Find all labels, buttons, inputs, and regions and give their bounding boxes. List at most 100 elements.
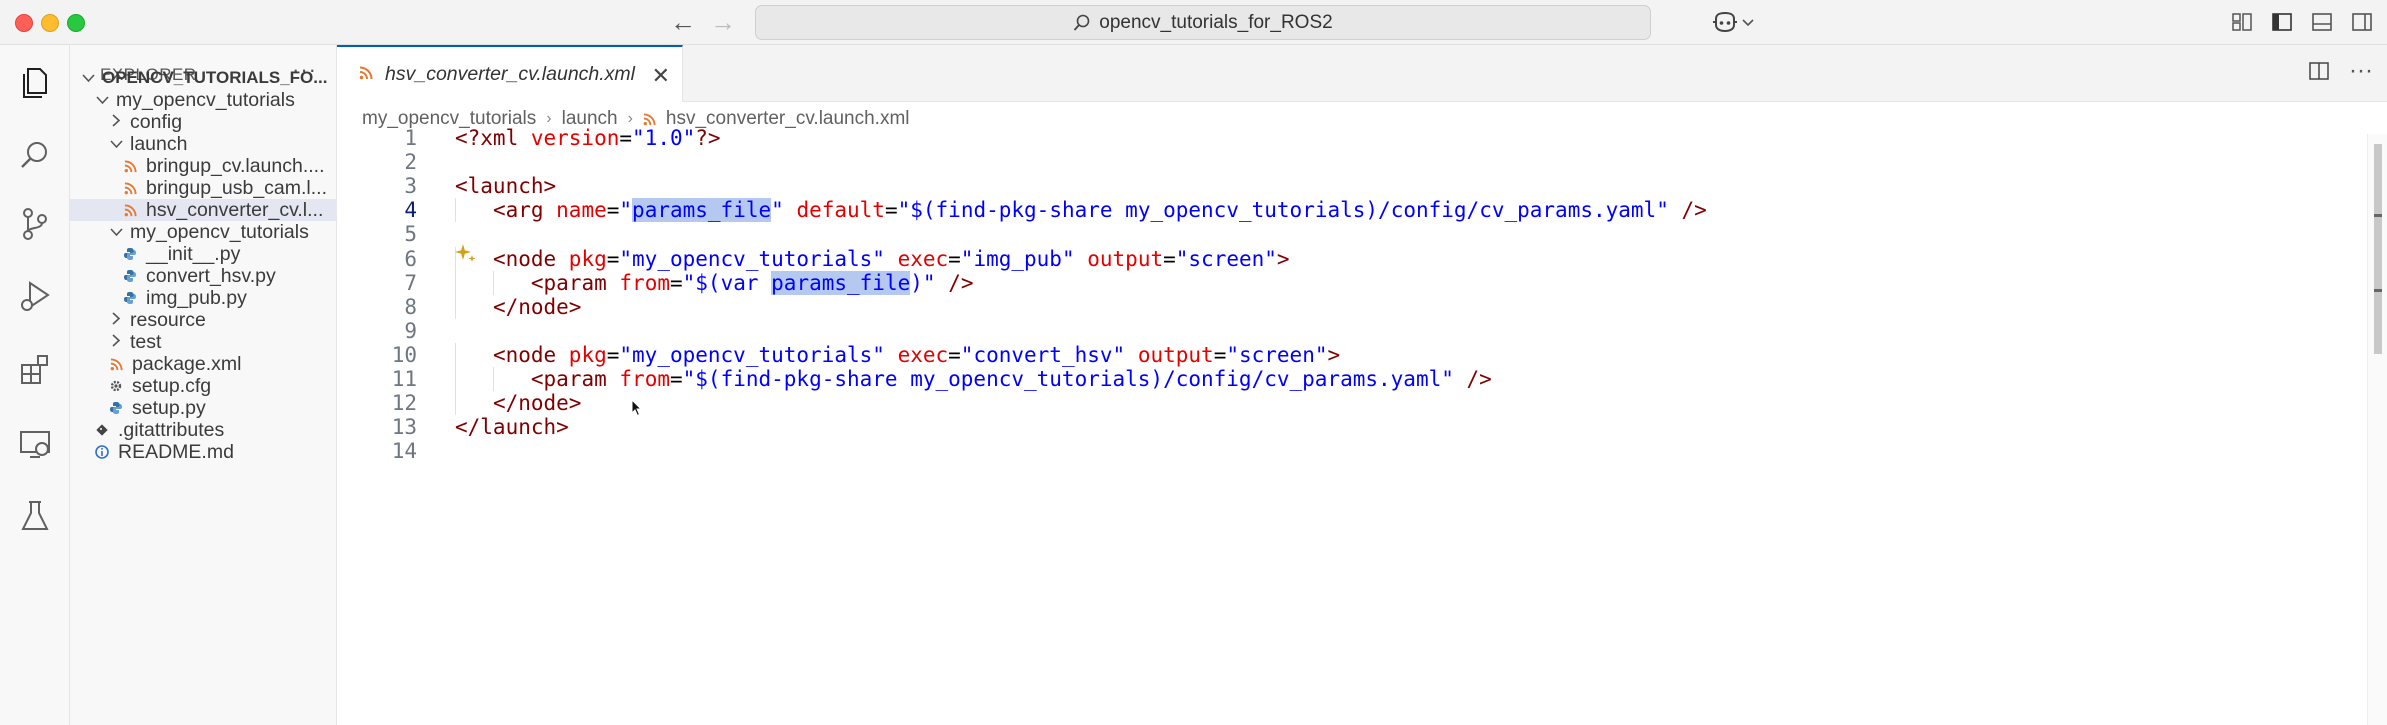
tree-file[interactable]: hsv_converter_cv.l... xyxy=(70,199,337,221)
xml-file-icon xyxy=(108,357,124,371)
python-file-icon xyxy=(122,269,138,283)
tree-item-label: setup.cfg xyxy=(132,375,212,397)
code-line: </node> xyxy=(492,294,582,319)
line-number: 14 xyxy=(391,439,417,464)
tree-item-label: bringup_usb_cam.l... xyxy=(146,177,328,199)
chevron-down-icon xyxy=(94,92,110,109)
code-line: <launch> xyxy=(455,174,557,199)
tree-file[interactable]: setup.py xyxy=(70,397,337,419)
explorer-icon[interactable] xyxy=(16,63,54,101)
tree-item-label: hsv_converter_cv.l... xyxy=(146,199,324,221)
xml-file-icon xyxy=(122,181,138,195)
line-number: 2 xyxy=(404,150,417,175)
tree-item-label: convert_hsv.py xyxy=(146,265,276,287)
tree-file[interactable]: README.md xyxy=(70,441,337,463)
code-editor[interactable]: 1 <?xml version="1.0"?> 2 3 <launch> 4 <arg na… xyxy=(337,126,2367,725)
editor-scrollbar[interactable] xyxy=(2367,134,2387,725)
chevron-down-icon xyxy=(1742,19,1754,27)
chevron-right-icon xyxy=(108,113,124,131)
python-file-icon xyxy=(122,291,138,305)
layout-controls xyxy=(2231,11,2373,33)
tree-item-label: img_pub.py xyxy=(146,287,247,309)
line-number: 10 xyxy=(391,342,417,367)
toggle-secondary-sidebar-icon[interactable] xyxy=(2351,11,2373,33)
copilot-sparkle-icon[interactable] xyxy=(455,242,477,269)
tree-folder[interactable]: my_opencv_tutorials xyxy=(70,89,337,111)
toggle-panel-icon[interactable] xyxy=(2311,11,2333,33)
tree-file[interactable]: __init__.py xyxy=(70,243,337,265)
back-arrow-icon[interactable]: ← xyxy=(670,8,696,36)
customize-layout-icon[interactable] xyxy=(2231,11,2253,33)
chevron-down-icon xyxy=(108,224,124,241)
tree-item-label: my_opencv_tutorials xyxy=(116,89,295,111)
tree-folder[interactable]: OPENCV_TUTORIALS_FO... xyxy=(70,67,337,89)
split-editor-icon[interactable] xyxy=(2309,61,2329,87)
tree-file[interactable]: setup.cfg xyxy=(70,375,337,397)
xml-file-icon xyxy=(122,159,138,173)
close-window-button[interactable] xyxy=(15,14,33,32)
forward-arrow-icon[interactable]: → xyxy=(710,8,736,36)
tree-folder[interactable]: resource xyxy=(70,309,337,331)
code-line: <node pkg="my_opencv_tutorials" exec="im… xyxy=(492,246,1290,271)
activity-bar xyxy=(0,45,70,725)
zoom-window-button[interactable] xyxy=(67,14,85,32)
tree-folder[interactable]: test xyxy=(70,331,337,353)
remote-explorer-icon[interactable] xyxy=(16,425,54,463)
tree-item-label: config xyxy=(130,111,183,133)
chevron-down-icon xyxy=(108,136,124,153)
tree-file[interactable]: convert_hsv.py xyxy=(70,265,337,287)
line-number: 8 xyxy=(404,294,417,319)
code-line: <node pkg="my_opencv_tutorials" exec="co… xyxy=(492,342,1341,367)
tree-item-label: test xyxy=(130,331,162,353)
tree-file[interactable]: .gitattributes xyxy=(70,419,337,441)
line-number: 7 xyxy=(404,270,417,295)
tree-item-label: my_opencv_tutorials xyxy=(130,221,309,243)
line-number: 12 xyxy=(391,391,417,416)
tree-item-label: README.md xyxy=(118,441,234,463)
editor-tab-bar: hsv_converter_cv.launch.xml ✕ ··· xyxy=(337,45,2387,102)
source-control-icon[interactable] xyxy=(16,205,54,243)
search-icon[interactable] xyxy=(16,137,54,175)
git-file-icon xyxy=(94,423,110,437)
tree-item-label: OPENCV_TUTORIALS_FO... xyxy=(102,68,328,87)
command-center-label: opencv_tutorials_for_ROS2 xyxy=(1099,11,1333,33)
extensions-icon[interactable] xyxy=(16,351,54,389)
run-debug-icon[interactable] xyxy=(16,277,54,315)
toggle-primary-sidebar-icon[interactable] xyxy=(2271,11,2293,33)
tree-folder[interactable]: launch xyxy=(70,133,337,155)
tab-label: hsv_converter_cv.launch.xml xyxy=(385,63,635,85)
tree-folder[interactable]: my_opencv_tutorials xyxy=(70,221,337,243)
close-icon[interactable]: ✕ xyxy=(652,63,670,89)
tree-item-label: .gitattributes xyxy=(118,419,225,441)
tree-file[interactable]: bringup_cv.launch.... xyxy=(70,155,337,177)
line-number: 11 xyxy=(391,367,417,391)
line-number: 3 xyxy=(404,174,417,199)
chevron-down-icon xyxy=(80,70,96,87)
line-number: 6 xyxy=(404,246,417,271)
more-actions-icon[interactable]: ··· xyxy=(2349,57,2373,85)
copilot-menu[interactable] xyxy=(1712,9,1762,35)
info-icon xyxy=(94,445,110,459)
chevron-right-icon xyxy=(108,311,124,329)
tree-folder[interactable]: config xyxy=(70,111,337,133)
code-line: <arg name="params_file" default="$(find-… xyxy=(492,198,1707,223)
gear-icon xyxy=(108,379,124,393)
tree-file[interactable]: bringup_usb_cam.l... xyxy=(70,177,337,199)
command-center[interactable]: opencv_tutorials_for_ROS2 xyxy=(755,5,1651,40)
chevron-right-icon xyxy=(108,333,124,351)
tree-item-label: bringup_cv.launch.... xyxy=(146,155,325,177)
line-number: 1 xyxy=(404,126,417,150)
testing-flask-icon[interactable] xyxy=(16,497,54,535)
mouse-cursor-icon xyxy=(631,398,643,422)
copilot-icon xyxy=(1713,11,1737,33)
search-icon xyxy=(1074,14,1090,31)
tree-file[interactable]: img_pub.py xyxy=(70,287,337,309)
minimize-window-button[interactable] xyxy=(41,14,59,32)
xml-file-icon xyxy=(359,63,373,86)
tree-file[interactable]: package.xml xyxy=(70,353,337,375)
explorer-sidebar: EXPLORER ··· OPENCV_TUTORIALS_FO... my_op… xyxy=(70,45,337,725)
tree-item-label: resource xyxy=(130,309,206,331)
tab-hsv-converter[interactable]: hsv_converter_cv.launch.xml ✕ xyxy=(337,45,683,102)
line-number: 5 xyxy=(404,222,417,247)
code-line: <?xml version="1.0"?> xyxy=(455,126,721,150)
